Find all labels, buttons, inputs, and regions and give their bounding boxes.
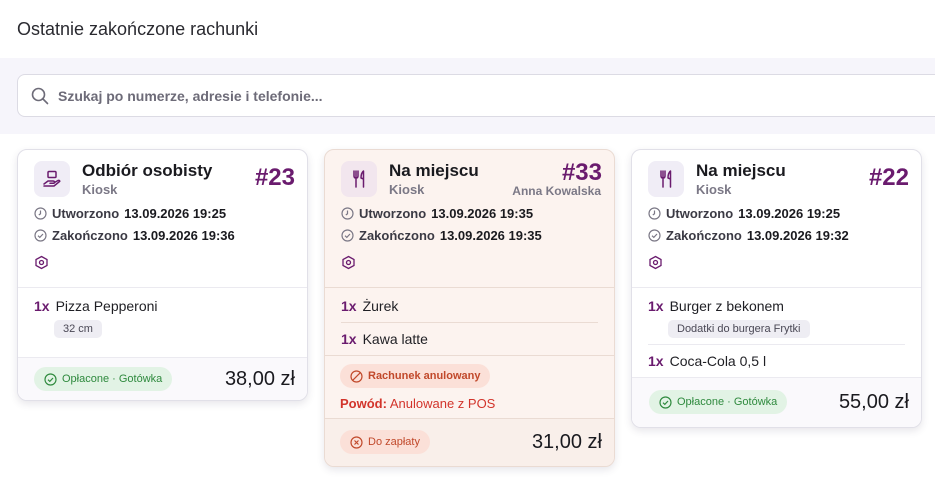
order-type: Na miejscu xyxy=(696,161,786,180)
staff-name: Anna Kowalska xyxy=(512,184,601,198)
finished-value: 13.09.2026 19:36 xyxy=(132,228,235,243)
card-footer: Do zapłaty 31,00 zł xyxy=(325,418,614,466)
order-total: 55,00 zł xyxy=(838,391,909,413)
item-name: Kawa latte xyxy=(362,331,428,347)
check-circle-icon xyxy=(341,229,354,242)
list-item: 1x Burger z bekonem Dodatki do burgera F… xyxy=(632,296,921,338)
takeaway-hand-icon xyxy=(34,161,70,197)
item-name: Burger z bekonem xyxy=(669,298,784,314)
item-name: Pizza Pepperoni xyxy=(55,298,158,314)
ban-icon xyxy=(350,369,363,383)
item-qty: 1x xyxy=(648,298,664,314)
order-card[interactable]: Na miejscu Kiosk #33 Anna Kowalska Utwor… xyxy=(324,149,615,467)
order-number: #23 xyxy=(254,164,295,191)
cancel-reason: Powód: Anulowane z POS xyxy=(340,396,495,411)
fork-knife-icon xyxy=(648,161,684,197)
order-card[interactable]: Na miejscu Kiosk #22 Utworzono 13.09.202… xyxy=(631,149,922,428)
list-item: 1x Pizza Pepperoni 32 cm xyxy=(18,296,307,338)
created-label: Utworzono xyxy=(666,206,734,221)
search-bar-area xyxy=(0,58,935,134)
order-type: Odbiór osobisty xyxy=(82,161,213,180)
item-list: 1x Pizza Pepperoni 32 cm xyxy=(18,287,307,338)
item-list: 1x Żurek 1x Kawa latte xyxy=(325,287,614,355)
item-modifier: Dodatki do burgera Frytki xyxy=(668,320,810,338)
search-input[interactable] xyxy=(58,85,918,107)
item-list: 1x Burger z bekonem Dodatki do burgera F… xyxy=(632,287,921,371)
status-badge: Opłacone · Gotówka xyxy=(649,390,788,414)
kiosk-icon xyxy=(35,255,48,270)
kiosk-icon xyxy=(342,255,355,270)
order-total: 31,00 zł xyxy=(531,431,602,453)
clock-icon xyxy=(648,207,661,220)
order-number: #22 xyxy=(868,164,909,191)
list-item: 1x Żurek xyxy=(325,296,614,316)
created-row: Utworzono 13.09.2026 19:25 xyxy=(34,206,226,221)
cancel-info: Rachunek anulowany Powód: Anulowane z PO… xyxy=(325,355,614,421)
finished-row: Zakończono 13.09.2026 19:36 xyxy=(34,228,235,243)
x-circle-icon xyxy=(350,435,363,449)
item-qty: 1x xyxy=(34,298,50,314)
item-modifier: 32 cm xyxy=(54,320,102,338)
status-text: Do zapłaty xyxy=(368,436,420,448)
item-name: Coca-Cola 0,5 l xyxy=(669,353,767,369)
item-qty: 1x xyxy=(341,298,357,314)
item-divider xyxy=(648,344,905,345)
finished-label: Zakończono xyxy=(359,228,435,243)
check-circle-icon xyxy=(648,229,661,242)
reason-value: Anulowane z POS xyxy=(389,396,496,411)
fork-knife-icon xyxy=(341,161,377,197)
item-qty: 1x xyxy=(648,353,664,369)
order-source: Kiosk xyxy=(696,182,732,197)
check-circle-icon xyxy=(659,395,672,409)
cancelled-badge: Rachunek anulowany xyxy=(340,364,491,388)
created-row: Utworzono 13.09.2026 19:25 xyxy=(648,206,840,221)
clock-icon xyxy=(341,207,354,220)
card-footer: Opłacone · Gotówka 38,00 zł xyxy=(18,357,307,400)
order-number: #33 xyxy=(561,159,602,186)
search-box[interactable] xyxy=(17,74,935,117)
created-row: Utworzono 13.09.2026 19:35 xyxy=(341,206,533,221)
kiosk-icon xyxy=(649,255,662,270)
created-label: Utworzono xyxy=(359,206,427,221)
status-badge: Opłacone · Gotówka xyxy=(34,367,173,391)
order-total: 38,00 zł xyxy=(224,368,295,390)
item-name: Żurek xyxy=(362,298,399,314)
card-footer: Opłacone · Gotówka 55,00 zł xyxy=(632,377,921,427)
item-qty: 1x xyxy=(341,331,357,347)
order-source: Kiosk xyxy=(82,182,118,197)
item-divider xyxy=(341,322,598,323)
created-value: 13.09.2026 19:25 xyxy=(124,206,227,221)
check-circle-icon xyxy=(44,372,57,386)
order-type: Na miejscu xyxy=(389,161,479,180)
list-item: 1x Kawa latte xyxy=(325,329,614,349)
reason-label: Powód: xyxy=(340,396,387,411)
page-title: Ostatnie zakończone rachunki xyxy=(17,19,259,39)
search-icon xyxy=(31,87,49,105)
list-item: 1x Coca-Cola 0,5 l xyxy=(632,351,921,371)
finished-label: Zakończono xyxy=(666,228,742,243)
created-value: 13.09.2026 19:35 xyxy=(431,206,534,221)
finished-label: Zakończono xyxy=(52,228,128,243)
finished-row: Zakończono 13.09.2026 19:35 xyxy=(341,228,542,243)
created-value: 13.09.2026 19:25 xyxy=(738,206,841,221)
clock-icon xyxy=(34,207,47,220)
status-text: Opłacone · Gotówka xyxy=(677,396,778,408)
cancelled-text: Rachunek anulowany xyxy=(368,370,481,382)
order-source: Kiosk xyxy=(389,182,425,197)
order-card[interactable]: Odbiór osobisty Kiosk #23 Utworzono 13.0… xyxy=(17,149,308,401)
created-label: Utworzono xyxy=(52,206,120,221)
finished-row: Zakończono 13.09.2026 19:32 xyxy=(648,228,849,243)
status-text: Opłacone · Gotówka xyxy=(62,373,163,385)
check-circle-icon xyxy=(34,229,47,242)
finished-value: 13.09.2026 19:35 xyxy=(439,228,542,243)
finished-value: 13.09.2026 19:32 xyxy=(746,228,849,243)
status-badge: Do zapłaty xyxy=(340,430,430,454)
